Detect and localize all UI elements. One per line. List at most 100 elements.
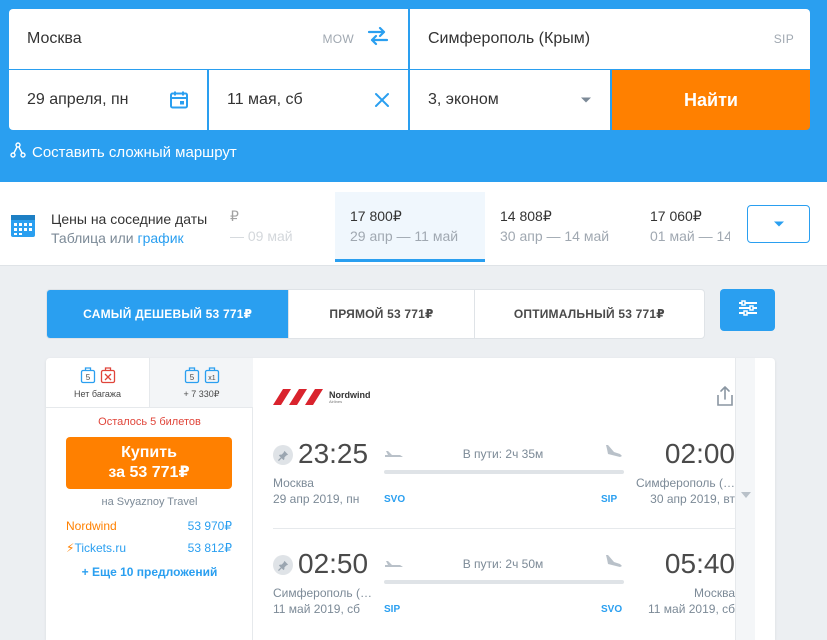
table-label[interactable]: Таблица [51,230,106,246]
neighbor-dates-title: Цены на соседние даты [51,211,208,227]
nordwind-logo-mark [273,389,323,405]
date-price-cell[interactable]: 14 808₽ 30 апр — 14 май [485,192,635,262]
chevron-down-icon [580,96,592,104]
baggage-icon: x1 [204,366,220,386]
more-dates-button[interactable] [747,205,810,243]
passengers-value: 3, эконом [428,91,499,108]
depart-date-field[interactable]: 29 апреля, пн [9,70,207,130]
chevron-down-icon [773,215,785,233]
pin-icon[interactable] [273,555,293,575]
ticket-details: Nordwind Airlines 23:25 02:00 В пути: 2ч… [253,358,755,640]
bag-extra: x1 [208,375,216,382]
destination-code: SIP [773,32,794,46]
date-price: 17 800₽ [350,208,402,224]
return-date-field[interactable]: 11 мая, сб [209,70,408,130]
baggage-tab-no-bag[interactable]: 5 Нет багажа [46,358,149,408]
offer-agency: ⚡Tickets.ru [66,541,126,555]
search-panel: Москва MOW Симферополь (Крым) SIP 29 апр… [0,0,827,182]
destination-field[interactable]: Симферополь (Крым) SIP [410,9,810,69]
airline-sub: Airlines [329,398,343,404]
date-range: 29 апр — 11 май [350,228,459,244]
date-price: ₽ [230,208,239,224]
buy-button-price: за 53 771₽ [108,464,190,481]
arrival-time: 05:40 [664,548,735,579]
date-price-cell[interactable]: 17 060₽ 01 май — 14 [635,192,730,262]
pin-icon[interactable] [273,445,293,465]
sort-tabs: САМЫЙ ДЕШЕВЫЙ 53 771₽ ПРЯМОЙ 53 771₽ ОПТ… [46,289,705,339]
complex-route-link[interactable]: Составить сложный маршрут [10,142,237,162]
buy-button-label: Купить [121,444,177,461]
flight-duration: В пути: 2ч 50м [462,557,544,571]
passengers-select[interactable]: 3, эконом [410,70,610,130]
origin-value: Москва [27,30,82,47]
filter-button[interactable] [720,289,775,331]
offer-price: 53 970₽ [187,519,232,533]
more-offers-link[interactable]: + Еще 10 предложений [46,565,253,579]
depart-date-value: 29 апреля, пн [27,91,129,108]
departure-airport: SVO [384,494,406,505]
baggage-tab-label: + 7 330₽ [183,389,220,399]
date-range: — 09 май [230,228,293,244]
arrival-time: 02:00 [664,438,735,469]
calendar-icon[interactable] [169,90,189,110]
buy-button[interactable]: Купить за 53 771₽ [66,437,232,489]
destination-value: Симферополь (Крым) [428,30,591,47]
search-button[interactable]: Найти [612,70,810,130]
date-range: 30 апр — 14 май [500,228,610,244]
date-price: 14 808₽ [500,208,552,224]
date-price: 17 060₽ [650,208,702,224]
ticket-buy-column: 5 Нет багажа 5 x1 + 7 330₽ Осталось 5 би… [46,358,253,640]
hand-luggage-icon: 5 [184,366,200,386]
tab-cheapest[interactable]: САМЫЙ ДЕШЕВЫЙ 53 771₽ [47,290,290,338]
departure-date: 11 май 2019, сб [273,602,360,616]
arrival-date: 11 май 2019, сб [648,602,735,616]
flight-duration: В пути: 2ч 35м [462,447,544,461]
baggage-tab-label: Нет багажа [74,389,121,399]
tab-direct[interactable]: ПРЯМОЙ 53 771₽ [289,290,475,338]
departure-city: Москва [273,476,314,490]
route-icon [10,142,26,162]
date-price-cell[interactable]: ₽ — 09 май [222,192,335,262]
arrival-city: Москва [694,586,735,600]
or-label: или [109,230,134,246]
ticket-expand-bar[interactable] [735,358,755,640]
segment-divider [273,528,735,529]
date-price-cell-selected[interactable]: 17 800₽ 29 апр — 11 май [335,192,485,262]
tickets-left-warning: Осталось 5 билетов [98,416,201,428]
offer-row[interactable]: ⚡Tickets.ru 53 812₽ [66,541,232,555]
offer-agency: Nordwind [66,519,117,533]
hand-luggage-icon: 5 [80,366,96,386]
share-icon[interactable] [716,385,734,412]
sliders-icon [738,299,758,321]
route-line [384,470,624,474]
departure-time: 23:25 [298,438,369,469]
return-date-value: 11 мая, сб [227,91,303,108]
baggage-tab-with-bag[interactable]: 5 x1 + 7 330₽ [149,358,253,408]
offer-agency-name: Tickets.ru [74,541,126,555]
tab-optimal[interactable]: ОПТИМАЛЬНЫЙ 53 771₽ [475,290,704,338]
arrival-airport: SVO [601,604,623,615]
departure-city: Симферополь (… [273,586,373,600]
swap-icon[interactable] [366,26,390,52]
arrival-airport: SIP [601,494,618,505]
neighbor-dates-sub: Таблица или график [51,230,184,246]
clear-icon[interactable] [374,92,390,108]
departure-time: 02:50 [298,548,369,579]
offer-row[interactable]: Nordwind 53 970₽ [66,519,232,533]
chevron-down-icon [741,492,751,498]
origin-field[interactable]: Москва MOW [9,9,408,69]
route-line [384,580,624,584]
chart-link[interactable]: график [138,230,184,246]
flight-segment-outbound: 23:25 02:00 В пути: 2ч 35м Москва 29 апр… [273,436,735,526]
landing-icon [604,554,624,577]
ticket-card: 5 Нет багажа 5 x1 + 7 330₽ Осталось 5 би… [46,358,775,640]
agency-label: на Svyaznoy Travel [101,496,198,508]
origin-code: MOW [322,32,354,46]
departure-airport: SIP [384,604,401,615]
landing-icon [604,444,624,467]
bag-number: 5 [189,373,194,382]
departure-date: 29 апр 2019, пн [273,492,360,506]
complex-route-label: Составить сложный маршрут [32,143,237,161]
flight-segment-return: 02:50 05:40 В пути: 2ч 50м Симферополь (… [273,546,735,636]
airline-logo: Nordwind Airlines [273,389,371,405]
